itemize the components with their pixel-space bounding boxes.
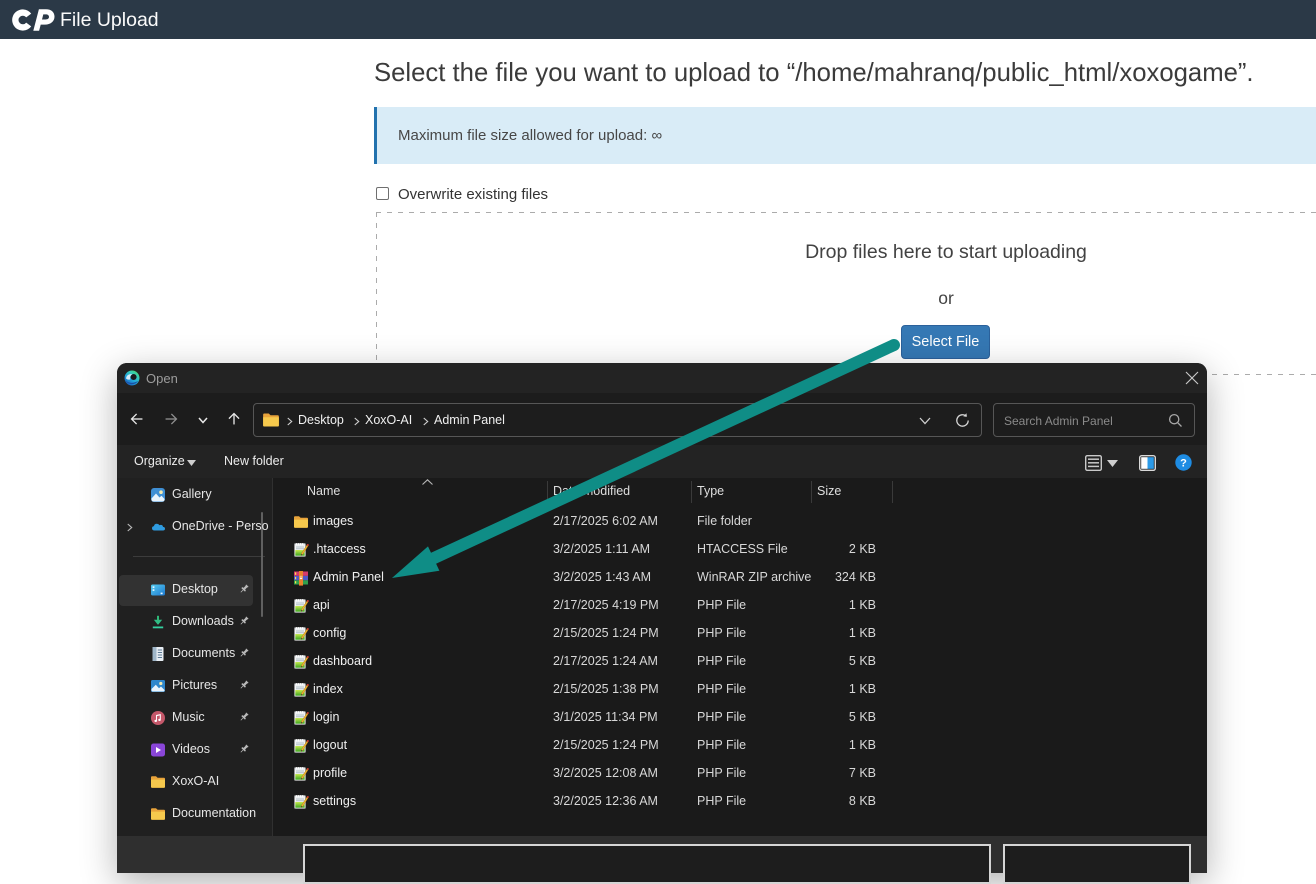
svg-text:?: ?	[1180, 457, 1187, 469]
